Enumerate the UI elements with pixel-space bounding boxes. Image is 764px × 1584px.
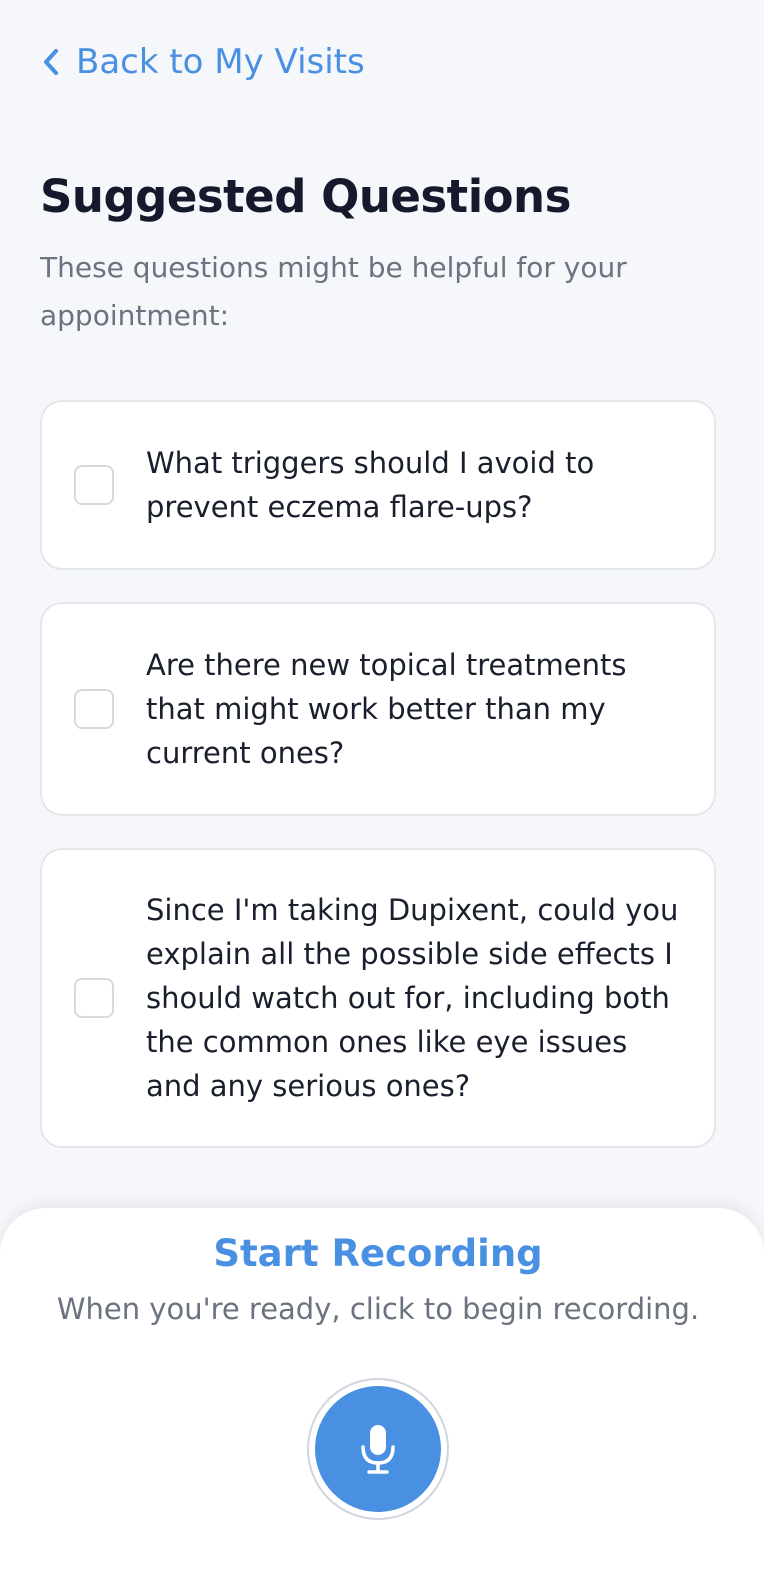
question-text: Since I'm taking Dupixent, could you exp…: [146, 893, 679, 1103]
chevron-left-icon: [44, 49, 58, 75]
question-card[interactable]: What triggers should I avoid to prevent …: [40, 400, 716, 570]
question-list: What triggers should I avoid to prevent …: [40, 400, 716, 1180]
back-to-visits-link[interactable]: Back to My Visits: [40, 42, 365, 82]
question-text: What triggers should I avoid to prevent …: [146, 446, 595, 524]
page-title: Suggested Questions: [40, 170, 571, 223]
question-text: Are there new topical treatments that mi…: [146, 648, 627, 770]
page-subtitle: These questions might be helpful for you…: [40, 251, 627, 332]
start-recording-button[interactable]: [307, 1378, 449, 1520]
question-checkbox[interactable]: [74, 465, 114, 505]
suggested-questions-screen: Back to My Visits Suggested Questions Th…: [0, 0, 764, 1584]
recording-instructions: When you're ready, click to begin record…: [56, 1292, 700, 1326]
question-card[interactable]: Since I'm taking Dupixent, could you exp…: [40, 848, 716, 1148]
question-checkbox[interactable]: [74, 689, 114, 729]
recording-panel: Start Recording When you're ready, click…: [0, 1208, 764, 1584]
back-link-label: Back to My Visits: [76, 42, 365, 82]
question-checkbox[interactable]: [74, 978, 114, 1018]
microphone-icon: [361, 1425, 395, 1474]
microphone-button-fill: [315, 1386, 441, 1512]
recording-title: Start Recording: [213, 1232, 543, 1275]
question-card[interactable]: Are there new topical treatments that mi…: [40, 602, 716, 816]
